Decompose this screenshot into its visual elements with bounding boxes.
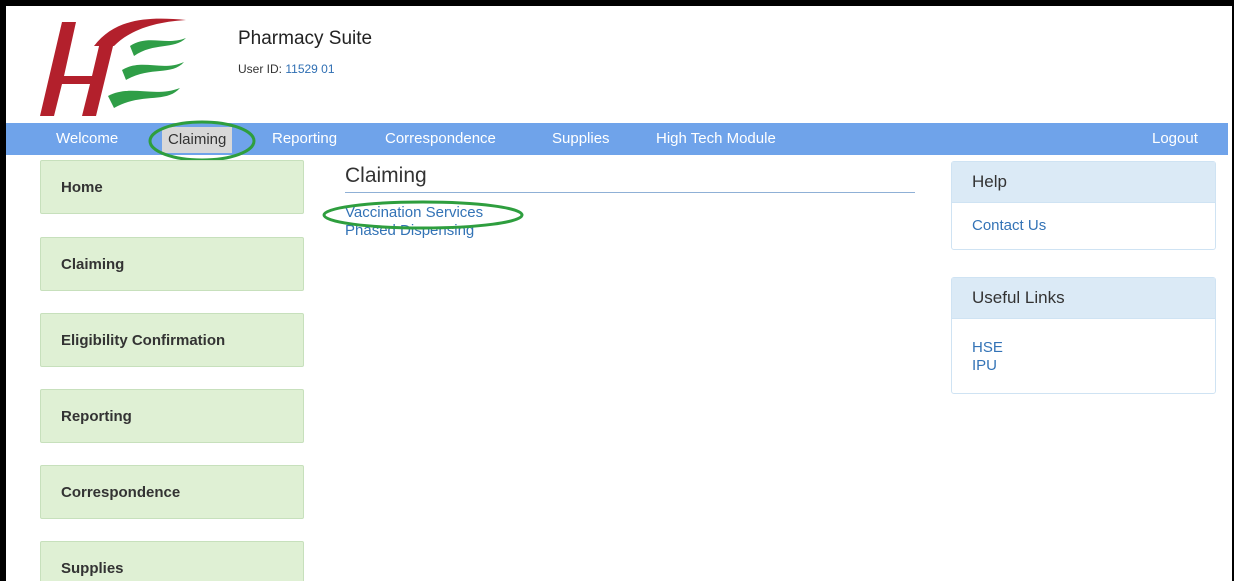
page-title: Claiming [345, 164, 427, 187]
app-title: Pharmacy Suite [238, 28, 373, 49]
nav-supplies[interactable]: Supplies [552, 123, 610, 155]
sidebar-item-home[interactable]: Home [40, 160, 304, 214]
user-id-value: 11529 01 [285, 62, 335, 76]
nav-correspondence[interactable]: Correspondence [385, 123, 496, 155]
sidebar-item-reporting[interactable]: Reporting [40, 389, 304, 443]
nav-claiming[interactable]: Claiming [162, 127, 233, 153]
main-navbar: Welcome Claiming Reporting Correspondenc… [6, 123, 1228, 155]
user-id-label: User ID: [238, 62, 283, 76]
hse-logo [40, 18, 186, 116]
help-panel-body: Contact Us [952, 203, 1215, 249]
sidebar-item-correspondence[interactable]: Correspondence [40, 465, 304, 519]
useful-links-panel-body: HSE IPU [952, 319, 1215, 393]
help-panel-title: Help [952, 162, 1215, 203]
hse-link[interactable]: HSE [972, 339, 1195, 357]
sidebar-item-claiming[interactable]: Claiming [40, 237, 304, 291]
nav-high-tech-module[interactable]: High Tech Module [656, 123, 776, 155]
sidebar-item-eligibility-confirmation[interactable]: Eligibility Confirmation [40, 313, 304, 367]
vaccination-services-link[interactable]: Vaccination Services [345, 204, 483, 221]
phased-dispensing-link[interactable]: Phased Dispensing [345, 222, 474, 239]
useful-links-panel-title: Useful Links [952, 278, 1215, 319]
sidebar-item-supplies[interactable]: Supplies [40, 541, 304, 581]
help-panel: Help Contact Us [951, 161, 1216, 250]
nav-welcome[interactable]: Welcome [56, 123, 118, 155]
nav-reporting[interactable]: Reporting [272, 123, 337, 155]
ipu-link[interactable]: IPU [972, 357, 1195, 375]
page-frame: Pharmacy Suite User ID: 11529 01 Welcome… [0, 0, 1234, 581]
nav-logout[interactable]: Logout [1152, 123, 1198, 155]
user-id-line: User ID: 11529 01 [238, 62, 335, 76]
title-divider [345, 192, 915, 193]
useful-links-panel: Useful Links HSE IPU [951, 277, 1216, 394]
contact-us-link[interactable]: Contact Us [972, 217, 1195, 235]
